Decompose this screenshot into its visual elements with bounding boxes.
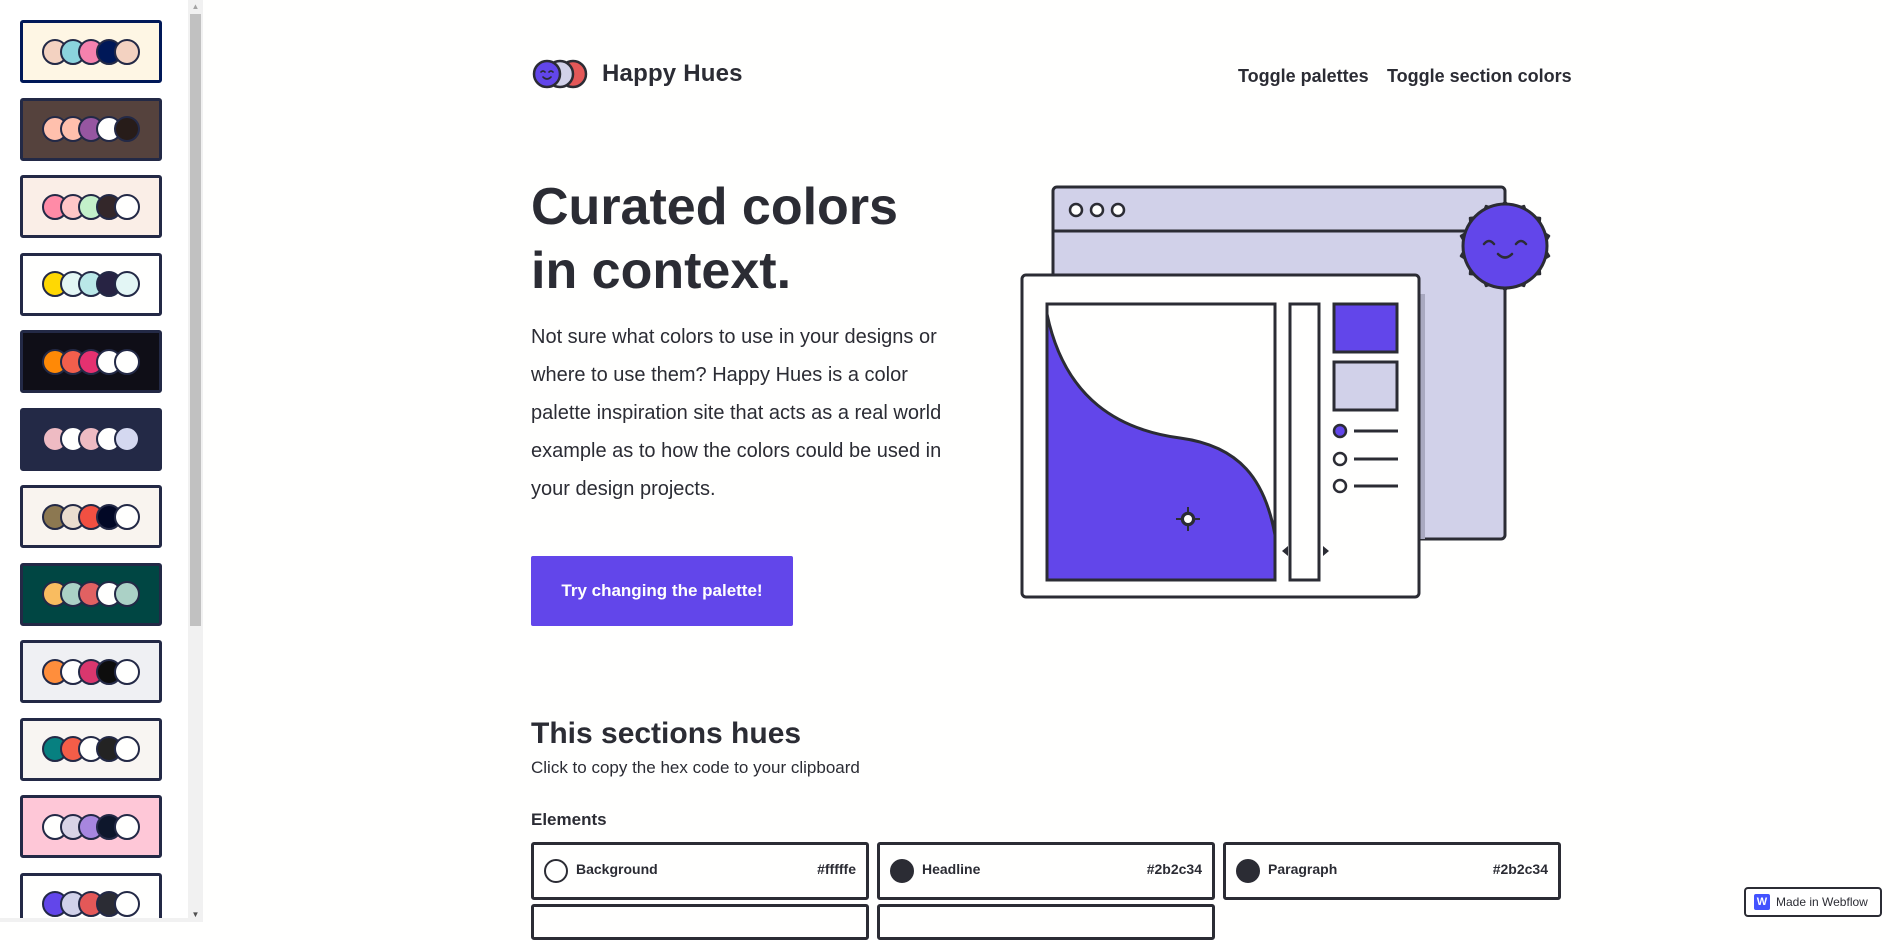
palette-color-dot-icon	[114, 891, 140, 917]
palette-card[interactable]	[20, 252, 162, 316]
badge-text: Made in Webflow	[1776, 895, 1868, 909]
hue-name: Background	[576, 861, 658, 877]
palette-color-dot-icon	[114, 813, 140, 840]
palette-color-dot-icon	[114, 38, 140, 65]
scrollbar-thumb[interactable]	[190, 14, 201, 626]
elements-label: Elements	[531, 810, 607, 829]
hue-name: Headline	[922, 861, 981, 877]
palette-color-dot-icon	[114, 658, 140, 685]
hero-description: Not sure what colors to use in your desi…	[531, 326, 942, 500]
hue-paragraph-button[interactable]: Paragraph #2b2c34	[1223, 842, 1561, 900]
palette-card[interactable]	[20, 330, 162, 393]
palette-card[interactable]	[20, 717, 162, 781]
hero-title: Curated colors in context.	[531, 178, 898, 300]
sidebar-scrollbar[interactable]: ▲ ▼	[188, 0, 203, 922]
webflow-icon: W	[1754, 894, 1770, 910]
palette-card[interactable]	[20, 407, 162, 471]
scroll-up-arrow-icon[interactable]: ▲	[188, 0, 203, 14]
hero-illustration	[1020, 185, 1551, 599]
palette-card[interactable]	[20, 795, 162, 858]
palette-color-dot-icon	[114, 348, 140, 375]
section-hues-subtitle: Click to copy the hex code to your clipb…	[531, 758, 860, 777]
palette-color-dot-icon	[114, 736, 140, 762]
palette-color-dot-icon	[114, 503, 140, 530]
swatch-circle-icon	[1236, 859, 1260, 883]
palette-sidebar	[0, 0, 188, 922]
hue-headline-button[interactable]: Headline #2b2c34	[877, 842, 1215, 900]
brand-name[interactable]: Happy Hues	[602, 60, 743, 88]
horizontal-scrollbar-edge	[0, 918, 188, 922]
hue-button-partial[interactable]	[877, 904, 1215, 940]
hue-name: Paragraph	[1268, 861, 1338, 877]
swatch-circle-icon	[890, 859, 914, 883]
palette-color-dot-icon	[114, 116, 140, 142]
palette-card[interactable]	[20, 485, 162, 548]
palette-card[interactable]	[20, 872, 162, 922]
toggle-palettes-link[interactable]: Toggle palettes	[1238, 66, 1369, 87]
happy-hues-logo-icon[interactable]	[531, 58, 589, 90]
palette-color-dot-icon	[114, 426, 140, 452]
hue-hex: #fffffe	[817, 861, 856, 877]
palette-color-dot-icon	[114, 193, 140, 220]
swatch-circle-icon	[544, 859, 568, 883]
palette-color-dot-icon	[114, 271, 140, 297]
hue-hex: #2b2c34	[1492, 861, 1548, 877]
scroll-down-arrow-icon[interactable]: ▼	[188, 908, 203, 922]
toggle-section-colors-link[interactable]: Toggle section colors	[1387, 66, 1572, 87]
palette-card[interactable]	[20, 175, 162, 238]
palette-card[interactable]	[20, 562, 162, 626]
hue-hex: #2b2c34	[1146, 861, 1202, 877]
palette-card[interactable]	[20, 20, 162, 83]
palette-color-dot-icon	[114, 581, 140, 607]
made-in-webflow-badge[interactable]: W Made in Webflow	[1744, 887, 1882, 917]
hue-button-partial[interactable]	[531, 904, 869, 940]
hue-background-button[interactable]: Background #fffffe	[531, 842, 869, 900]
palette-card[interactable]	[20, 97, 162, 161]
palette-card[interactable]	[20, 640, 162, 703]
try-changing-palette-button[interactable]: Try changing the palette!	[531, 556, 793, 626]
section-hues-title: This sections hues	[531, 717, 802, 750]
